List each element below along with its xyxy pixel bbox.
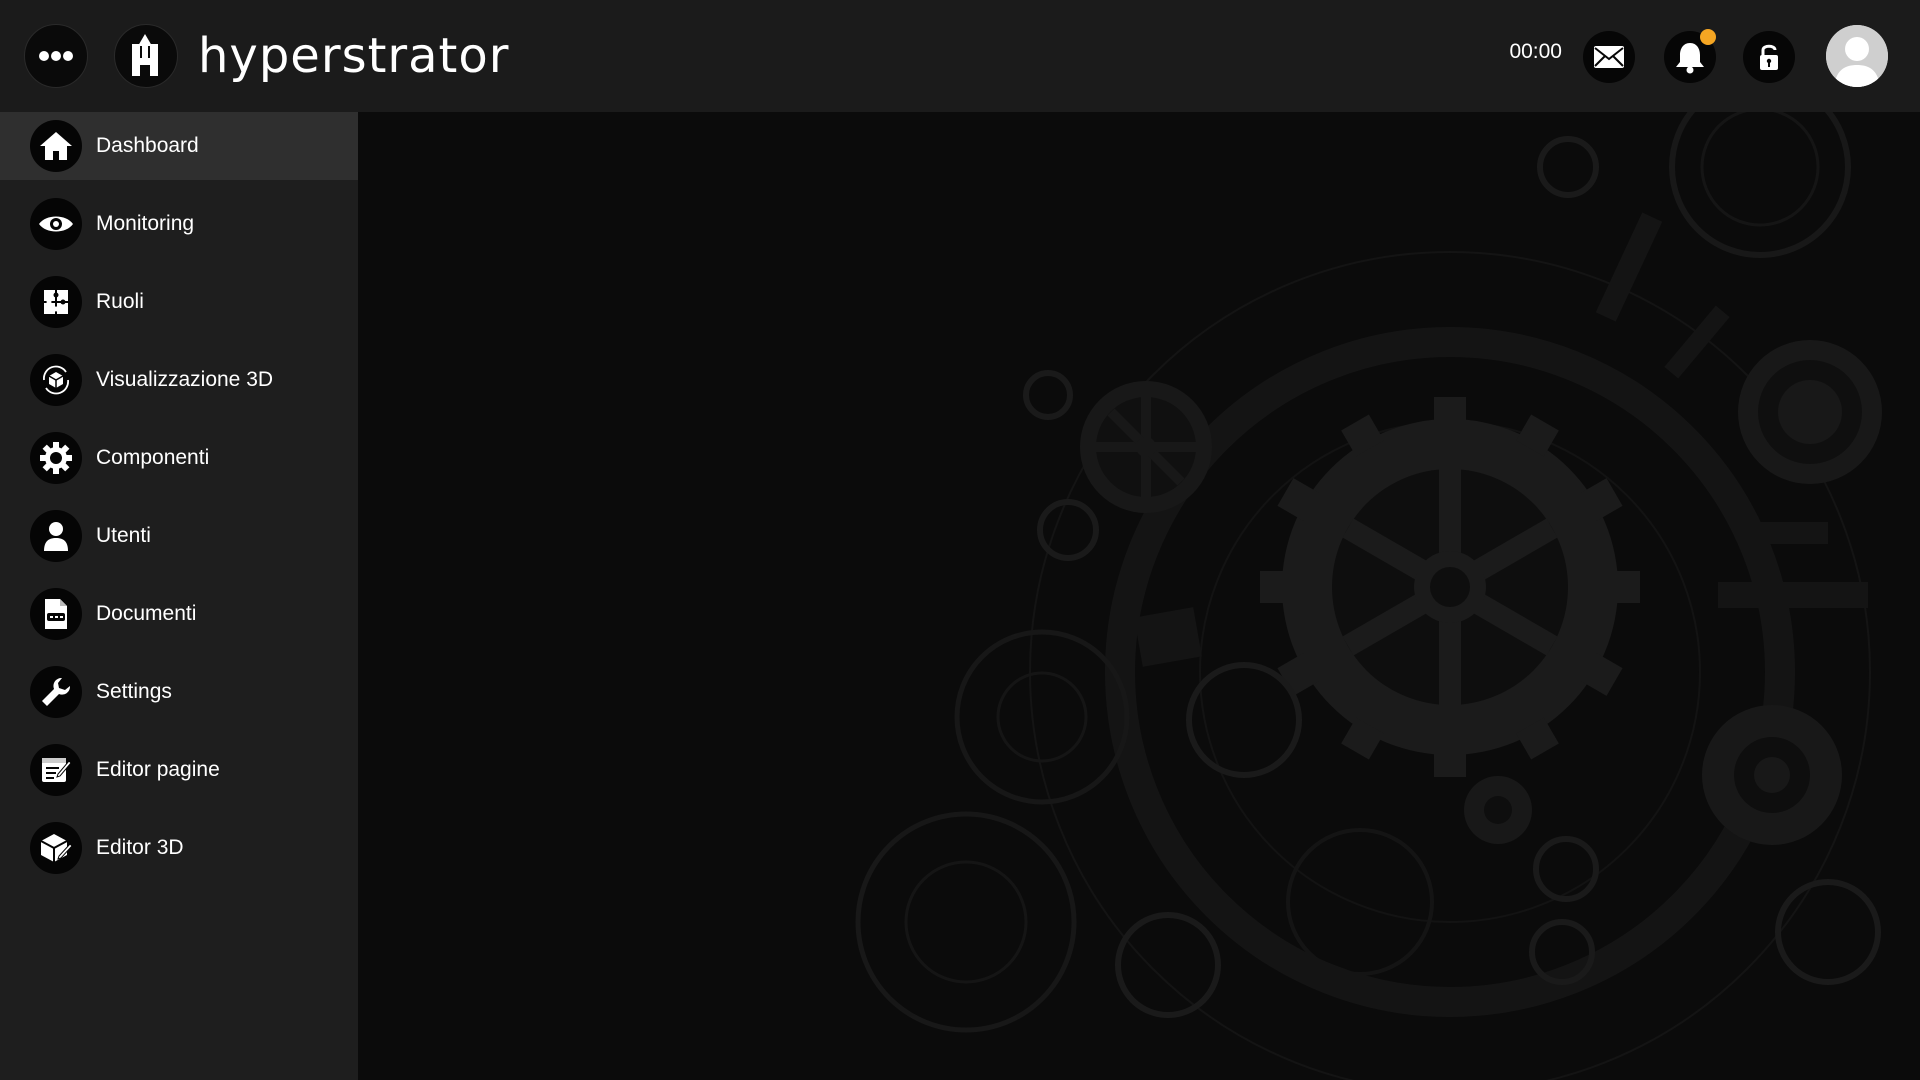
main-content <box>358 112 1920 1080</box>
sidebar-item-editor-pagine[interactable]: Editor pagine <box>0 736 358 804</box>
sidebar-item-label: Editor 3D <box>96 836 184 859</box>
sidebar: Dashboard Monitoring Ruoli Visualizzazio… <box>0 112 358 1080</box>
mail-icon <box>1594 46 1624 68</box>
mail-button[interactable] <box>1583 31 1635 83</box>
notifications-button[interactable] <box>1664 29 1716 83</box>
unlock-icon <box>1760 44 1778 70</box>
sidebar-item-utenti[interactable]: Utenti <box>0 502 358 570</box>
brand-name: hyperstrator <box>198 28 510 84</box>
wrench-icon <box>30 666 82 718</box>
notification-dot <box>1700 29 1716 45</box>
sidebar-item-label: Visualizzazione 3D <box>96 368 274 391</box>
puzzle-icon <box>30 276 82 328</box>
logo-mark <box>114 24 178 88</box>
sidebar-item-documenti[interactable]: Documenti <box>0 580 358 648</box>
sidebar-item-ruoli[interactable]: Ruoli <box>0 268 358 336</box>
sidebar-item-monitoring[interactable]: Monitoring <box>0 190 358 258</box>
lock-button[interactable] <box>1743 31 1795 83</box>
logo-h-icon <box>132 34 158 76</box>
sidebar-item-label: Utenti <box>96 524 151 547</box>
user-avatar[interactable] <box>1826 25 1888 87</box>
user-icon <box>30 510 82 562</box>
gear-icon <box>30 432 82 484</box>
sidebar-item-label: Dashboard <box>96 134 199 157</box>
sidebar-item-editor-3d[interactable]: Editor 3D <box>0 814 358 882</box>
sidebar-item-label: Settings <box>96 680 172 703</box>
eye-icon <box>30 198 82 250</box>
sidebar-item-label: Editor pagine <box>96 758 220 781</box>
gears-background-illustration <box>855 112 1882 1080</box>
sidebar-item-componenti[interactable]: Componenti <box>0 424 358 492</box>
sidebar-item-label: Monitoring <box>96 212 195 235</box>
top-bar: hyperstrator 00:00 <box>0 0 1920 112</box>
sidebar-item-settings[interactable]: Settings <box>0 658 358 726</box>
home-icon <box>30 120 82 172</box>
sidebar-item-dashboard[interactable]: Dashboard <box>0 112 358 180</box>
sidebar-item-visualizzazione-3d[interactable]: Visualizzazione 3D <box>0 346 358 414</box>
cube-rotate-icon <box>30 354 82 406</box>
sidebar-item-label: Documenti <box>96 602 197 625</box>
sidebar-item-label: Componenti <box>96 446 210 469</box>
bell-icon <box>1676 43 1704 74</box>
session-clock: 00:00 <box>1509 40 1562 63</box>
cube-edit-icon <box>30 822 82 874</box>
more-menu-button[interactable] <box>24 24 88 88</box>
pdf-document-icon <box>30 588 82 640</box>
sidebar-item-label: Ruoli <box>96 290 144 313</box>
dots-icon <box>39 51 73 61</box>
page-edit-icon <box>30 744 82 796</box>
user-avatar-icon <box>1826 25 1888 87</box>
